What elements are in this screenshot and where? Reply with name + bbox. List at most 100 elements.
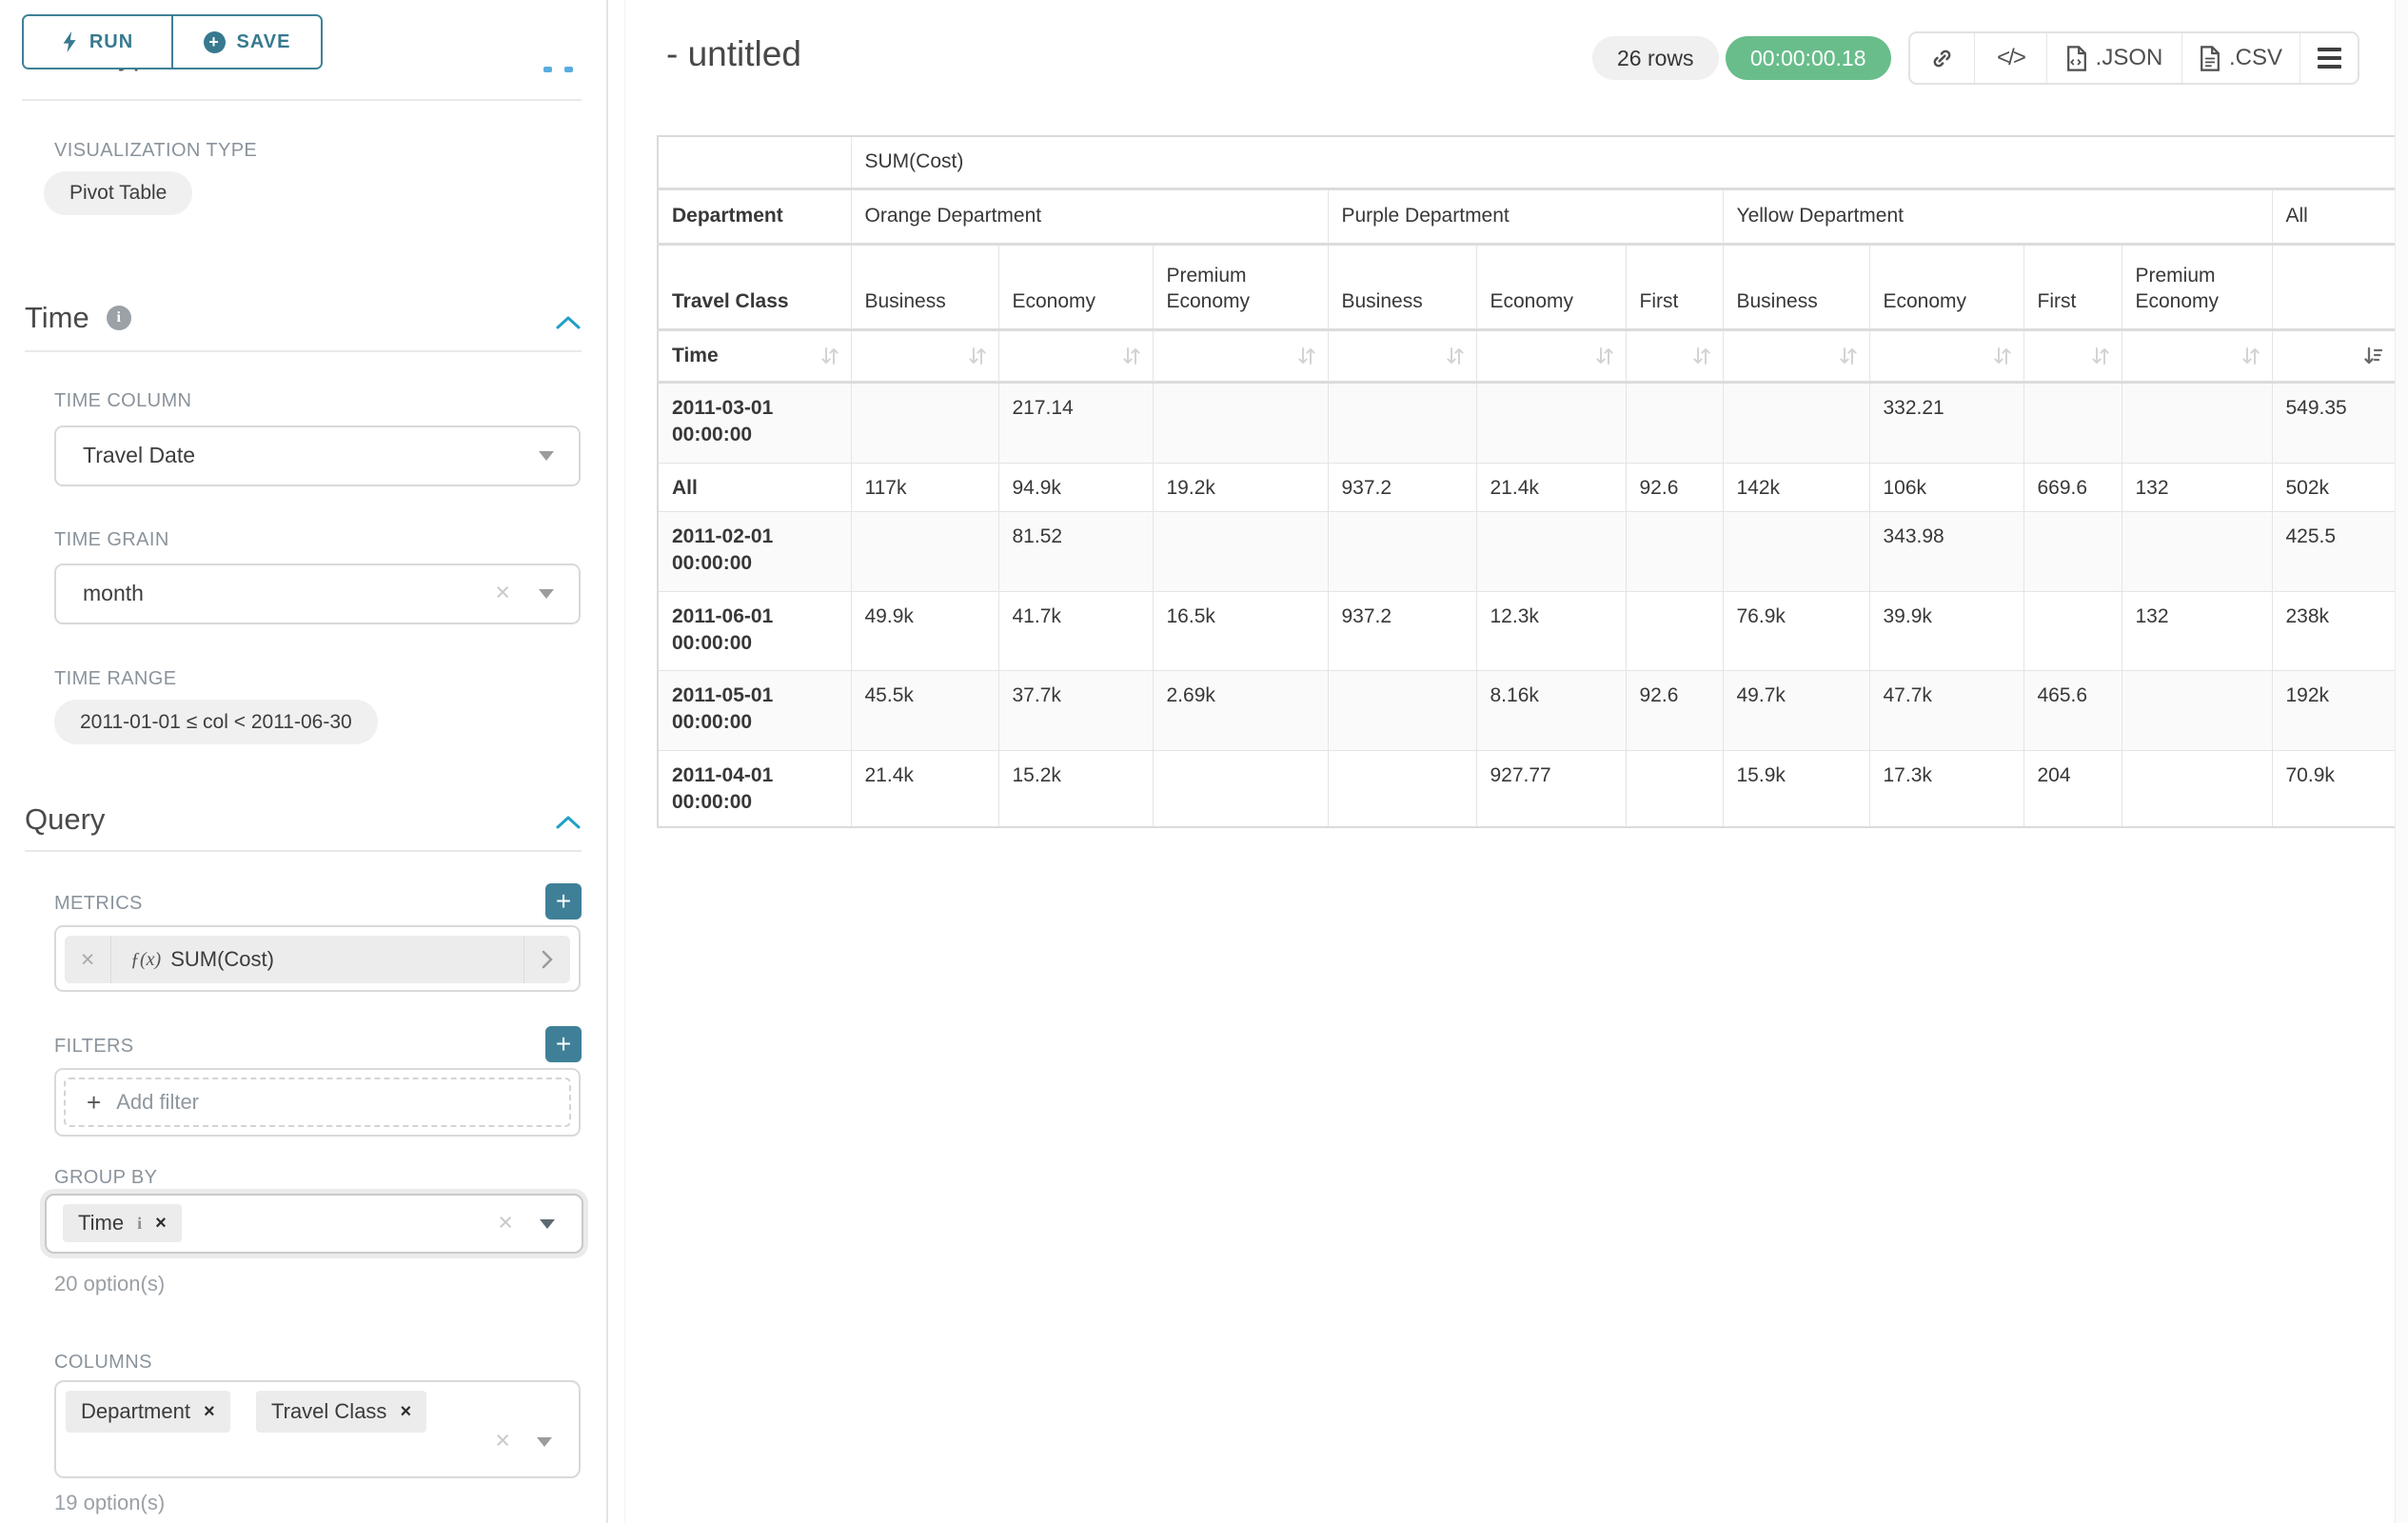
value-cell <box>2023 591 2122 670</box>
value-cell: 41.7k <box>998 591 1153 670</box>
value-cell <box>851 382 998 463</box>
clear-icon[interactable]: × <box>495 580 510 605</box>
control-panel-sidebar: Chart Type RUN + SAVE VISUALIZATION TYPE… <box>0 0 606 1523</box>
sort-toggle-icon[interactable] <box>2089 345 2112 367</box>
columns-label: COLUMNS <box>54 1352 152 1374</box>
collapse-chevron-up-icon[interactable] <box>554 812 582 833</box>
sort-toggle-icon[interactable] <box>966 345 989 367</box>
metric-header-cell: SUM(Cost) <box>851 136 2396 188</box>
sort-cell[interactable] <box>1153 329 1328 382</box>
copy-link-button[interactable] <box>1910 33 1974 83</box>
remove-metric-icon[interactable]: × <box>65 936 111 983</box>
export-json-button[interactable]: .JSON <box>2046 33 2181 83</box>
value-cell: 343.98 <box>1869 511 2023 591</box>
value-cell: 425.5 <box>2272 511 2396 591</box>
sort-toggle-icon[interactable] <box>1295 345 1318 367</box>
clear-icon[interactable]: × <box>495 1428 510 1454</box>
sort-descending-icon[interactable] <box>2362 345 2385 367</box>
sort-cell[interactable] <box>851 329 998 382</box>
vertical-scrollbar[interactable] <box>2395 0 2408 1523</box>
info-icon: i <box>137 1214 142 1234</box>
value-cell: 15.2k <box>998 750 1153 827</box>
chevron-right-icon[interactable] <box>523 936 570 983</box>
run-button[interactable]: RUN <box>24 16 171 68</box>
table-row: 2011-05-01 00:00:0045.5k37.7k2.69k8.16k9… <box>658 670 2396 750</box>
value-cell <box>1153 382 1328 463</box>
value-cell: 21.4k <box>851 750 998 827</box>
time-grain-select[interactable]: month × <box>54 564 581 624</box>
sort-toggle-icon[interactable] <box>1837 345 1860 367</box>
json-file-icon <box>2066 46 2087 71</box>
metrics-field: × ƒ(x) SUM(Cost) <box>54 925 581 992</box>
value-cell: 49.9k <box>851 591 998 670</box>
value-cell: 937.2 <box>1328 591 1476 670</box>
travel-class-cell: Business <box>1723 244 1869 329</box>
value-cell: 94.9k <box>998 463 1153 511</box>
table-row: All117k94.9k19.2k937.221.4k92.6142k106k6… <box>658 463 2396 511</box>
value-cell: 76.9k <box>1723 591 1869 670</box>
visualization-type-pill[interactable]: Pivot Table <box>44 171 192 215</box>
panel-divider[interactable] <box>606 0 608 1523</box>
time-column-select[interactable]: Travel Date <box>54 425 581 486</box>
time-section-heading: Time <box>25 301 89 335</box>
sort-cell[interactable] <box>1723 329 1869 382</box>
export-csv-button[interactable]: .CSV <box>2181 33 2299 83</box>
add-metric-button[interactable]: + <box>545 883 582 920</box>
value-cell <box>1723 511 1869 591</box>
save-button[interactable]: + SAVE <box>171 16 321 68</box>
value-cell: 502k <box>2272 463 2396 511</box>
sort-cell[interactable] <box>1328 329 1476 382</box>
value-cell <box>1328 750 1476 827</box>
value-cell <box>2122 511 2272 591</box>
add-filter-button[interactable]: + Add filter <box>64 1078 571 1127</box>
table-row: 2011-02-01 00:00:0081.52343.98425.5 <box>658 511 2396 591</box>
sort-toggle-icon[interactable] <box>2240 345 2262 367</box>
value-cell: 669.6 <box>2023 463 2122 511</box>
value-cell: 465.6 <box>2023 670 2122 750</box>
chevron-down-icon <box>539 589 554 599</box>
more-options-button[interactable] <box>2299 33 2358 83</box>
sort-cell[interactable] <box>1476 329 1626 382</box>
travel-class-cell: Business <box>1328 244 1476 329</box>
sort-cell[interactable] <box>2272 329 2396 382</box>
sort-toggle-icon[interactable] <box>1690 345 1713 367</box>
remove-tag-icon[interactable]: × <box>155 1213 167 1235</box>
collapse-chevron-up-icon[interactable] <box>554 312 582 333</box>
value-cell <box>1328 382 1476 463</box>
sort-cell[interactable] <box>1626 329 1723 382</box>
add-filter-plus-button[interactable]: + <box>545 1026 582 1062</box>
sort-toggle-icon[interactable] <box>819 345 841 367</box>
sort-toggle-icon[interactable] <box>1120 345 1143 367</box>
row-header-cell: All <box>658 463 851 511</box>
time-range-pill[interactable]: 2011-01-01 ≤ col < 2011-06-30 <box>54 700 378 744</box>
clear-icon[interactable]: × <box>498 1210 513 1236</box>
column-group-cell: Yellow Department <box>1723 188 2272 244</box>
sort-cell[interactable] <box>1869 329 2023 382</box>
value-cell <box>2122 750 2272 827</box>
value-cell <box>851 511 998 591</box>
sort-toggle-icon[interactable] <box>1444 345 1467 367</box>
value-cell <box>1153 511 1328 591</box>
sort-toggle-icon[interactable] <box>1593 345 1616 367</box>
value-cell: 8.16k <box>1476 670 1626 750</box>
metric-chip[interactable]: × ƒ(x) SUM(Cost) <box>65 936 570 983</box>
remove-tag-icon[interactable]: × <box>400 1401 411 1423</box>
view-query-button[interactable]: </> <box>1974 33 2046 83</box>
sort-toggle-icon[interactable] <box>1991 345 2014 367</box>
sort-cell[interactable] <box>2023 329 2122 382</box>
value-cell <box>2122 382 2272 463</box>
remove-tag-icon[interactable]: × <box>204 1401 215 1423</box>
export-json-label: .JSON <box>2096 45 2163 71</box>
chart-title[interactable]: - untitled <box>666 34 801 74</box>
sort-cell[interactable] <box>998 329 1153 382</box>
add-filter-label: Add filter <box>116 1090 199 1115</box>
group-by-select[interactable]: Time i × × <box>45 1194 583 1254</box>
sort-cell[interactable] <box>2122 329 2272 382</box>
travel-class-cell: First <box>2023 244 2122 329</box>
row-dimension-header: Department <box>658 188 851 244</box>
time-sort-header[interactable]: Time <box>658 329 851 382</box>
run-button-label: RUN <box>89 31 133 53</box>
hidden-control-dot <box>543 67 552 72</box>
chevron-down-icon <box>540 1219 555 1229</box>
columns-select[interactable]: Department × Travel Class × × <box>54 1380 581 1478</box>
